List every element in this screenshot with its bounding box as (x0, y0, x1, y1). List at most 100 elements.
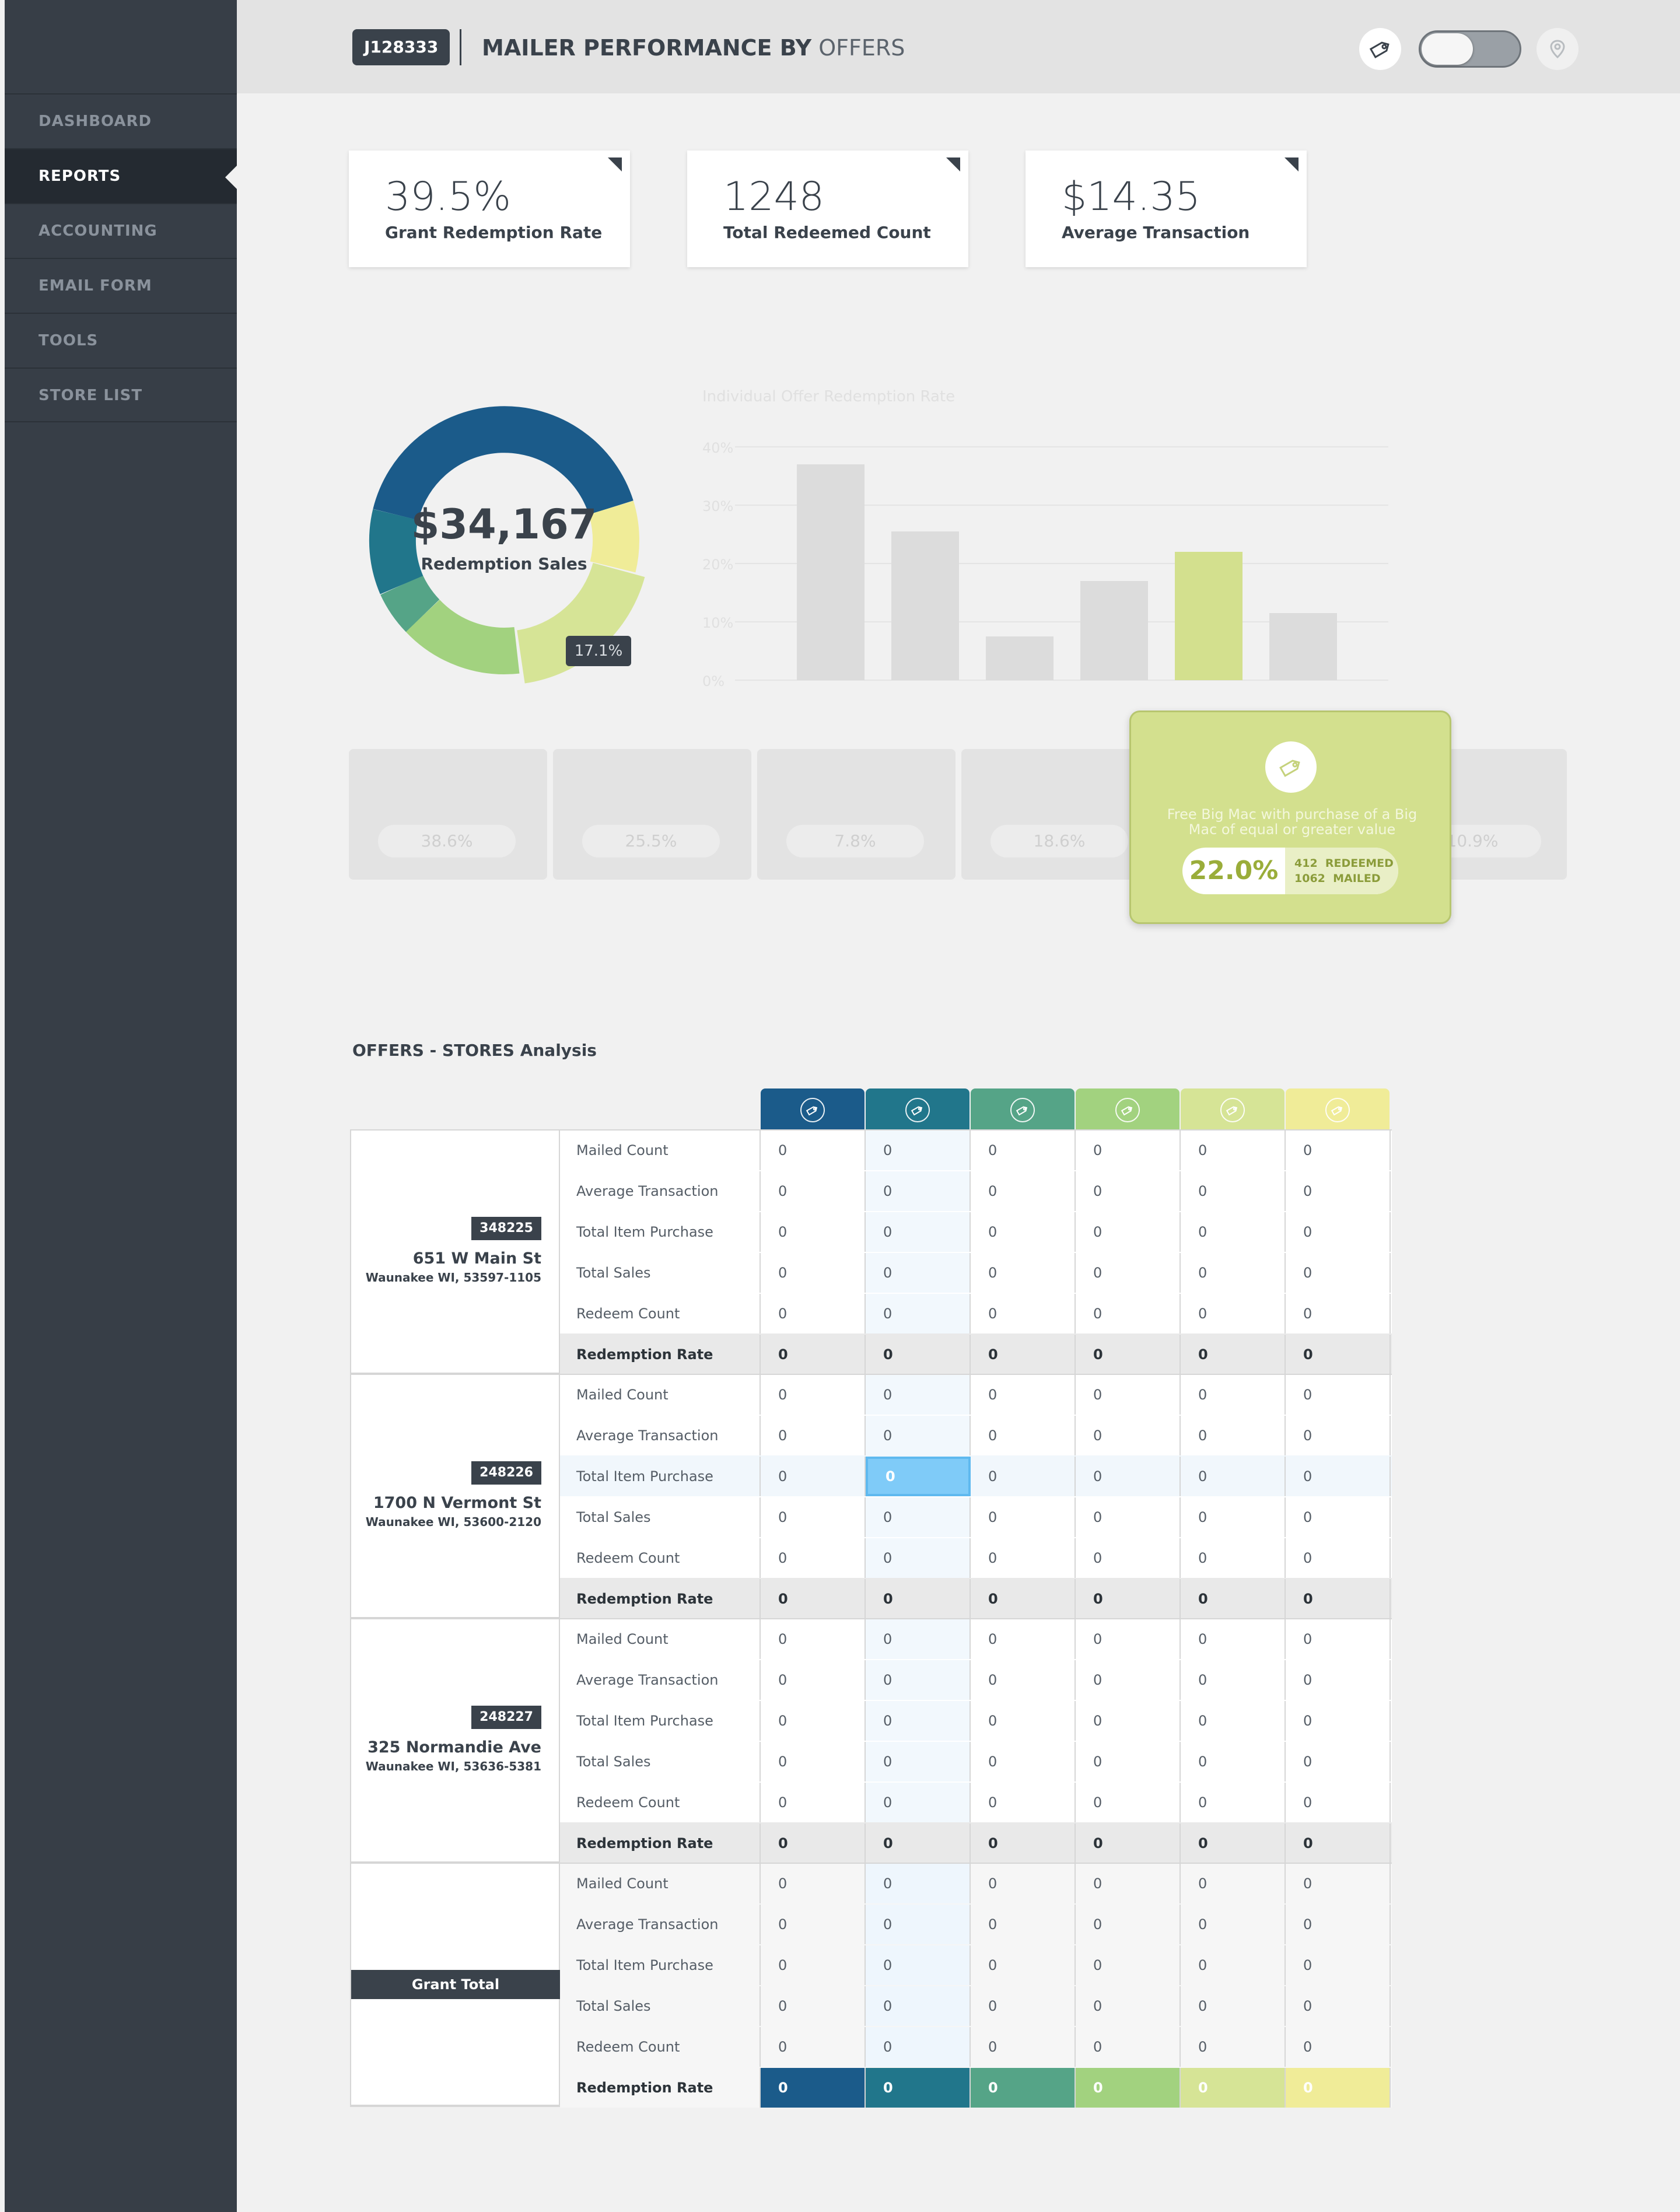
table-cell[interactable]: 0 (1076, 1375, 1181, 1415)
table-cell[interactable]: 0 (866, 1497, 971, 1537)
table-cell[interactable]: 0 (971, 1619, 1076, 1659)
table-cell[interactable]: 0 (1181, 1497, 1286, 1537)
chart-bar-1[interactable] (797, 464, 864, 680)
table-cell[interactable]: 0 (866, 1294, 971, 1334)
table-cell[interactable]: 0 (971, 1212, 1076, 1252)
tag-filter-button[interactable] (1359, 28, 1401, 70)
offer-column-header-2[interactable] (866, 1088, 970, 1129)
table-cell[interactable]: 0 (866, 2068, 971, 2108)
table-cell[interactable]: 0 (971, 1130, 1076, 1170)
table-cell[interactable]: 0 (1076, 1294, 1181, 1334)
table-cell[interactable]: 0 (1286, 1824, 1391, 1863)
sidebar-item-dashboard[interactable]: DASHBOARD (5, 93, 237, 148)
table-cell[interactable]: 0 (866, 1538, 971, 1578)
table-cell[interactable]: 0 (971, 1457, 1076, 1496)
table-cell[interactable]: 0 (761, 1335, 866, 1374)
table-cell[interactable]: 0 (1286, 1253, 1391, 1293)
table-cell[interactable]: 0 (1286, 1660, 1391, 1700)
table-cell[interactable]: 0 (1076, 1416, 1181, 1455)
table-cell[interactable]: 0 (971, 1375, 1076, 1415)
table-cell[interactable]: 0 (761, 1824, 866, 1863)
table-cell[interactable]: 0 (866, 1130, 971, 1170)
table-cell[interactable]: 0 (761, 1416, 866, 1455)
table-cell[interactable]: 0 (866, 1905, 971, 1944)
table-cell[interactable]: 0 (761, 1783, 866, 1822)
table-cell[interactable]: 0 (1181, 1986, 1286, 2026)
table-cell[interactable]: 0 (1181, 1619, 1286, 1659)
table-cell[interactable]: 0 (866, 1864, 971, 1903)
table-cell[interactable]: 0 (1286, 1783, 1391, 1822)
table-cell[interactable]: 0 (1076, 1212, 1181, 1252)
chart-bar-4[interactable] (1080, 581, 1148, 680)
offer-column-header-5[interactable] (1181, 1088, 1284, 1129)
sidebar-item-email-form[interactable]: EMAIL FORM (5, 258, 237, 313)
table-cell[interactable]: 0 (866, 1783, 971, 1822)
table-cell[interactable]: 0 (971, 1335, 1076, 1374)
table-cell[interactable]: 0 (1286, 1742, 1391, 1782)
offer-column-header-3[interactable] (971, 1088, 1074, 1129)
table-cell[interactable]: 0 (1181, 1660, 1286, 1700)
kpi-card-redeemed-count[interactable]: 1248 Total Redeemed Count (687, 150, 968, 267)
table-cell[interactable]: 0 (1286, 1864, 1391, 1903)
table-cell[interactable]: 0 (1181, 1171, 1286, 1211)
table-cell[interactable]: 0 (1181, 1824, 1286, 1863)
table-cell[interactable]: 0 (1286, 1986, 1391, 2026)
table-cell[interactable]: 0 (866, 1375, 971, 1415)
table-cell[interactable]: 0 (971, 1905, 1076, 1944)
table-cell[interactable]: 0 (971, 1416, 1076, 1455)
chart-bar-5[interactable] (1175, 552, 1242, 680)
table-cell[interactable]: 0 (866, 1579, 971, 1619)
table-cell[interactable]: 0 (971, 1171, 1076, 1211)
table-cell[interactable]: 0 (1286, 1375, 1391, 1415)
table-cell[interactable]: 0 (1286, 1701, 1391, 1741)
table-cell[interactable]: 0 (761, 1986, 866, 2026)
table-cell[interactable]: 0 (866, 1416, 971, 1455)
table-cell[interactable]: 0 (971, 1701, 1076, 1741)
table-cell[interactable]: 0 (1286, 1945, 1391, 1985)
table-cell[interactable]: 0 (1181, 1538, 1286, 1578)
location-filter-button[interactable] (1536, 28, 1578, 70)
table-cell[interactable]: 0 (1286, 1497, 1391, 1537)
table-cell[interactable]: 0 (971, 1864, 1076, 1903)
table-cell[interactable]: 0 (1286, 1457, 1391, 1496)
table-cell[interactable]: 0 (866, 2027, 971, 2067)
table-cell[interactable]: 0 (971, 1660, 1076, 1700)
table-cell[interactable]: 0 (1181, 1130, 1286, 1170)
table-cell[interactable]: 0 (761, 1497, 866, 1537)
table-cell[interactable]: 0 (761, 1130, 866, 1170)
table-cell[interactable]: 0 (971, 1783, 1076, 1822)
offer-tile-1[interactable]: 38.6% (349, 749, 547, 880)
table-cell[interactable]: 0 (971, 1986, 1076, 2026)
table-cell[interactable]: 0 (971, 1294, 1076, 1334)
table-cell[interactable]: 0 (971, 1742, 1076, 1782)
table-cell[interactable]: 0 (1181, 1375, 1286, 1415)
table-cell[interactable]: 0 (761, 1253, 866, 1293)
table-cell[interactable]: 0 (1181, 2068, 1286, 2108)
table-cell[interactable]: 0 (1286, 1130, 1391, 1170)
table-cell[interactable]: 0 (761, 1701, 866, 1741)
table-cell[interactable]: 0 (1076, 1497, 1181, 1537)
table-cell[interactable]: 0 (1076, 1579, 1181, 1619)
table-cell[interactable]: 0 (1181, 1701, 1286, 1741)
table-cell[interactable]: 0 (761, 1945, 866, 1985)
table-cell[interactable]: 0 (1181, 1294, 1286, 1334)
table-cell[interactable]: 0 (1076, 1824, 1181, 1863)
table-cell[interactable]: 0 (761, 1171, 866, 1211)
table-cell[interactable]: 0 (1181, 1335, 1286, 1374)
offer-column-header-4[interactable] (1076, 1088, 1180, 1129)
offer-tile-2[interactable]: 25.5% (553, 749, 751, 880)
table-cell[interactable]: 0 (971, 1579, 1076, 1619)
table-cell[interactable]: 0 (1181, 1457, 1286, 1496)
table-cell[interactable]: 0 (1076, 1701, 1181, 1741)
sidebar-item-accounting[interactable]: ACCOUNTING (5, 203, 237, 258)
table-cell[interactable]: 0 (1181, 1416, 1286, 1455)
chart-bar-3[interactable] (986, 636, 1054, 680)
table-cell[interactable]: 0 (1181, 1783, 1286, 1822)
table-cell[interactable]: 0 (1286, 1579, 1391, 1619)
donut-segment-4[interactable] (405, 599, 520, 674)
donut-segment-3[interactable] (380, 575, 440, 632)
chart-bar-6[interactable] (1269, 613, 1337, 680)
offer-tile-3[interactable]: 7.8% (757, 749, 956, 880)
table-cell[interactable]: 0 (761, 1742, 866, 1782)
table-cell[interactable]: 0 (761, 2068, 866, 2108)
